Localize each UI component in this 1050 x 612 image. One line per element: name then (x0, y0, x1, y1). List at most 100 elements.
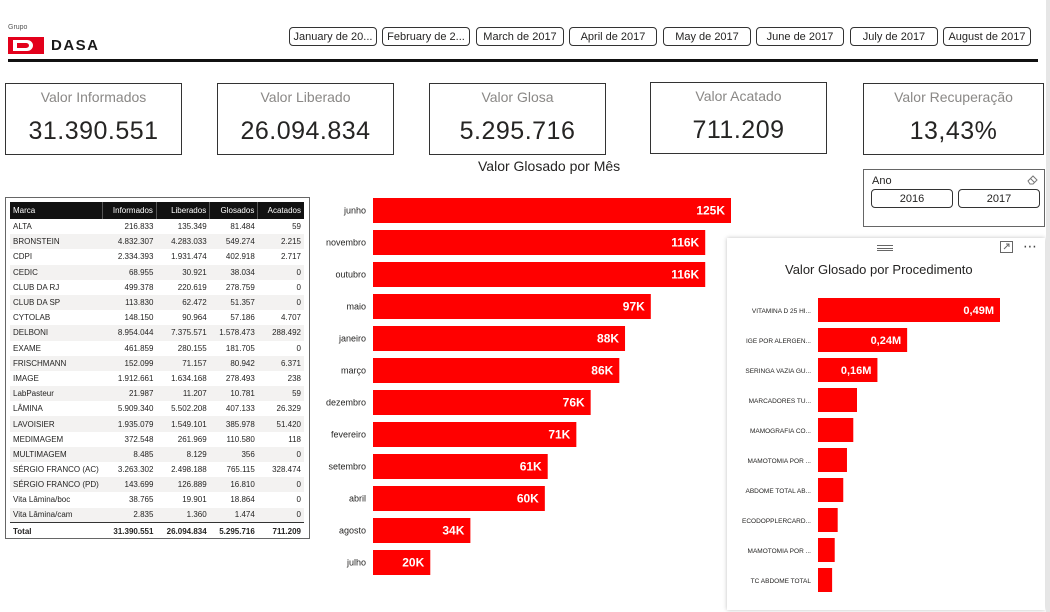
brand-group-label: Grupo (8, 24, 28, 31)
month-bar-chart[interactable]: junho 125K novembro 116K outubro 116K maio 97K j… (315, 190, 735, 580)
category-label: julho (346, 558, 366, 568)
kpi-label: Valor Recuperação (894, 89, 1013, 105)
data-label: 86K (591, 364, 613, 378)
value-cell: 2.215 (257, 234, 304, 250)
bar[interactable] (818, 568, 833, 592)
table-row[interactable]: CEDIC 68.955 30.921 38.034 0 (10, 264, 304, 280)
bar[interactable] (373, 326, 626, 351)
header-divider (8, 59, 1038, 62)
value-cell: 1.474 (209, 507, 258, 523)
category-label: SERINGA VAZIA GU... (745, 368, 811, 375)
bar[interactable] (373, 358, 620, 383)
data-label: 71K (548, 428, 570, 442)
table-row[interactable]: SÉRGIO FRANCO (AC) 3.263.302 2.498.188 765.… (10, 462, 304, 477)
page-scrollbar[interactable] (1046, 0, 1050, 612)
column-header-informados[interactable]: Informados (101, 202, 157, 219)
marca-matrix-table[interactable]: Marca Informados Liberados Glosados Acat… (5, 197, 310, 540)
column-header-liberados[interactable]: Liberados (155, 202, 210, 219)
month-slicer-april[interactable]: April de 2017 (569, 27, 657, 46)
ano-option-2016[interactable]: 2016 (871, 189, 953, 208)
drag-handle-icon[interactable] (877, 245, 893, 251)
month-slicer-february[interactable]: February de 2... (382, 27, 470, 46)
table-row[interactable]: ALTA 216.833 135.349 81.484 59 (10, 219, 304, 234)
column-header-glosados[interactable]: Glosados (209, 202, 258, 219)
marca-cell: DELBONI (10, 325, 102, 341)
marca-cell: EXAME (13, 343, 42, 353)
value-cell: 288.492 (257, 325, 304, 341)
value-cell: 0 (296, 343, 301, 353)
table-row[interactable]: DELBONI 8.954.044 7.375.571 1.578.473 288.49… (10, 325, 304, 341)
bar[interactable] (373, 230, 706, 255)
eraser-icon[interactable] (1027, 174, 1038, 185)
category-label: outubro (335, 270, 366, 280)
bar[interactable] (373, 422, 577, 447)
kpi-card-liberado[interactable]: Valor Liberado 26.094.834 (217, 83, 394, 155)
value-cell: 59 (292, 222, 301, 232)
table-row[interactable]: CLUB DA SP 113.830 62.472 51.357 0 (10, 294, 304, 311)
column-header-acatados[interactable]: Acatados (257, 202, 304, 219)
kpi-card-acatado[interactable]: Valor Acatado 711.209 (650, 82, 827, 154)
bar[interactable] (818, 478, 844, 502)
value-cell: 0 (257, 507, 304, 523)
kpi-card-glosa[interactable]: Valor Glosa 5.295.716 (429, 83, 606, 155)
dasa-logo-icon (8, 37, 44, 54)
kpi-card-informados[interactable]: Valor Informados 31.390.551 (5, 83, 182, 155)
value-cell: 143.699 (102, 477, 157, 493)
value-cell: 549.274 (209, 234, 258, 250)
bar[interactable] (818, 448, 847, 472)
value-cell: 135.349 (177, 222, 207, 232)
kpi-card-recuperacao[interactable]: Valor Recuperação 13,43% (863, 83, 1044, 155)
bar[interactable] (818, 508, 838, 532)
table-row[interactable]: EXAME 461.859 280.155 181.705 0 (10, 341, 304, 356)
table-row[interactable]: SÉRGIO FRANCO (PD) 143.699 126.889 16.810 0 (10, 477, 304, 493)
bar[interactable] (373, 390, 591, 415)
table-row[interactable]: LAVOISIER 1.935.079 1.549.101 385.978 51.420 (10, 416, 304, 432)
kpi-value: 5.295.716 (459, 117, 576, 145)
data-label: 116K (671, 236, 699, 250)
month-slicer-july[interactable]: July de 2017 (850, 27, 938, 46)
bar[interactable] (818, 418, 854, 442)
value-cell: 0 (296, 282, 301, 292)
value-cell: 2.334.393 (117, 252, 154, 262)
value-cell: 461.859 (124, 343, 154, 353)
month-slicer-may[interactable]: May de 2017 (663, 27, 751, 46)
month-slicer-august[interactable]: August de 2017 (943, 27, 1031, 46)
value-cell: 4.283.033 (156, 234, 210, 250)
table-row[interactable]: LÂMINA 5.909.340 5.502.208 407.133 26.329 (10, 401, 304, 416)
bar[interactable] (818, 538, 835, 562)
table-row[interactable]: BRONSTEIN 4.832.307 4.283.033 549.274 2.215 (10, 234, 304, 250)
table-row[interactable]: CYTOLAB 148.150 90.964 57.186 4.707 (10, 310, 304, 325)
marca-cell: LAVOISIER (10, 416, 102, 432)
column-header-marca[interactable]: Marca (10, 202, 102, 219)
value-cell: 402.918 (225, 252, 255, 262)
ano-slicer[interactable]: Ano 2016 2017 (863, 169, 1045, 227)
ano-option-2017[interactable]: 2017 (958, 189, 1040, 208)
table-row[interactable]: FRISCHMANN 152.099 71.157 80.942 6.371 (10, 355, 304, 371)
table-row[interactable]: IMAGE 1.912.661 1.634.168 278.493 238 (10, 371, 304, 386)
value-cell: 278.759 (225, 282, 255, 292)
bar[interactable] (818, 388, 857, 412)
focus-mode-icon[interactable] (1000, 241, 1013, 253)
table-row[interactable]: CLUB DA RJ 499.378 220.619 278.759 0 (10, 280, 304, 295)
procedure-chart-panel[interactable]: ⋯ Valor Glosado por Procedimento VITAMIN… (727, 238, 1045, 610)
table-header-row: Marca Informados Liberados Glosados Acat… (10, 202, 304, 219)
table-row[interactable]: CDPI 2.334.393 1.931.474 402.918 2.717 (10, 249, 304, 264)
data-label: 125K (696, 204, 725, 218)
bar[interactable] (373, 294, 651, 319)
table-row[interactable]: Vita Lâmina/boc 38.765 19.901 18.864 0 (10, 492, 304, 507)
month-slicer-january[interactable]: January de 20... (289, 27, 377, 46)
value-cell: 59 (257, 386, 304, 402)
table-row[interactable]: MULTIMAGEM 8.485 8.129 356 0 (10, 446, 304, 462)
table-row[interactable]: MEDIMAGEM 372.548 261.969 110.580 118 (10, 432, 304, 447)
more-options-icon[interactable]: ⋯ (1023, 238, 1038, 255)
value-cell: 385.978 (209, 416, 258, 432)
category-label: novembro (326, 238, 366, 248)
value-cell: 51.420 (257, 416, 304, 432)
table-row[interactable]: Vita Lâmina/cam 2.835 1.360 1.474 0 (10, 507, 304, 523)
month-slicer-june[interactable]: June de 2017 (756, 27, 844, 46)
bar[interactable] (373, 198, 731, 223)
table-row[interactable]: LabPasteur 21.987 11.207 10.781 59 (10, 386, 304, 402)
bar[interactable] (373, 262, 706, 287)
month-slicer-march[interactable]: March de 2017 (476, 27, 564, 46)
procedure-bar-chart[interactable]: VITAMINA D 25 HI... 0,49M IGE POR ALERGEN.… (727, 293, 1045, 605)
